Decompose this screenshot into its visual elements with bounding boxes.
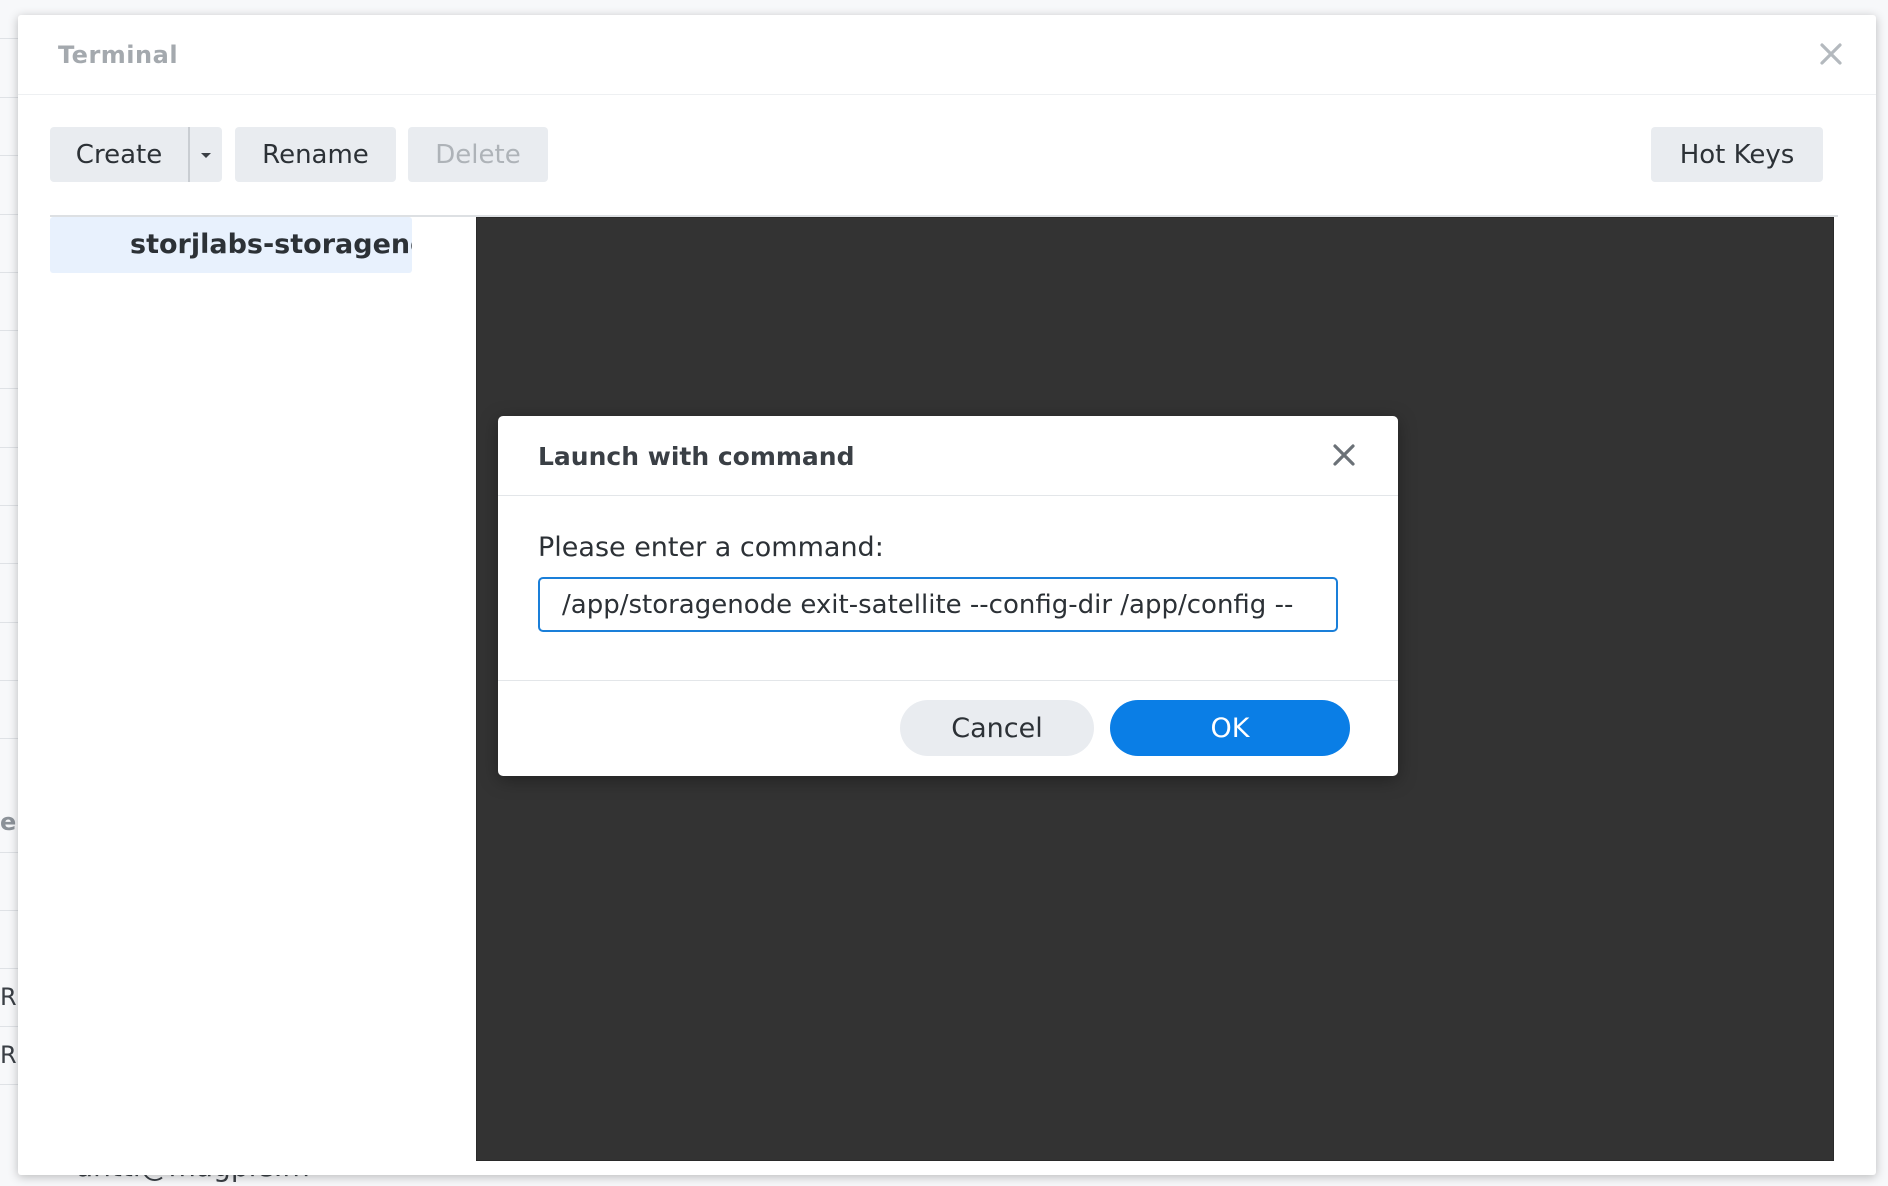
bg-text-fragment: e [0, 808, 17, 836]
caret-down-icon [201, 152, 211, 158]
bg-row-divider [0, 505, 18, 506]
create-button-group: Create [50, 127, 222, 182]
cancel-button[interactable]: Cancel [900, 700, 1094, 756]
bg-text-fragment: R [0, 983, 17, 1011]
bg-row-divider [0, 330, 18, 331]
dialog-header: Launch with command [498, 416, 1398, 496]
command-input[interactable] [538, 577, 1338, 632]
command-prompt-label: Please enter a command: [538, 532, 884, 563]
dialog-title: Launch with command [538, 442, 855, 471]
bg-row-divider [0, 910, 18, 911]
close-icon [1820, 43, 1842, 65]
bg-row-divider [0, 1026, 18, 1027]
delete-button[interactable]: Delete [408, 127, 548, 182]
window-close-button[interactable] [1816, 39, 1846, 69]
launch-command-dialog: Launch with command Please enter a comma… [498, 416, 1398, 776]
bg-row-divider [0, 447, 18, 448]
rename-button[interactable]: Rename [235, 127, 396, 182]
bg-text-fragment: R [0, 1041, 17, 1069]
bg-row-divider [0, 852, 18, 853]
bg-row-divider [0, 38, 18, 39]
bg-row-divider [0, 968, 18, 969]
toolbar: Create Rename Delete Hot Keys [50, 127, 1838, 217]
bg-row-divider [0, 738, 18, 739]
bg-row-divider [0, 563, 18, 564]
create-dropdown-button[interactable] [190, 127, 222, 182]
bg-row-divider [0, 388, 18, 389]
window-title: Terminal [58, 41, 179, 69]
bg-row-divider [0, 1084, 18, 1085]
ok-button[interactable]: OK [1110, 700, 1350, 756]
bg-row-divider [0, 680, 18, 681]
session-item-label: storjlabs-storagenode [130, 229, 412, 260]
window-titlebar: Terminal [18, 15, 1876, 95]
create-button[interactable]: Create [50, 127, 188, 182]
bg-row-divider [0, 622, 18, 623]
bg-row-divider [0, 214, 18, 215]
close-icon [1333, 444, 1355, 466]
session-item[interactable]: storjlabs-storagenode [50, 217, 412, 273]
dialog-footer-divider [498, 680, 1398, 681]
dialog-close-button[interactable] [1330, 441, 1358, 469]
bg-row-divider [0, 155, 18, 156]
session-list: storjlabs-storagenode [50, 217, 412, 1157]
bg-row-divider [0, 272, 18, 273]
hot-keys-button[interactable]: Hot Keys [1651, 127, 1823, 182]
bg-row-divider [0, 97, 18, 98]
